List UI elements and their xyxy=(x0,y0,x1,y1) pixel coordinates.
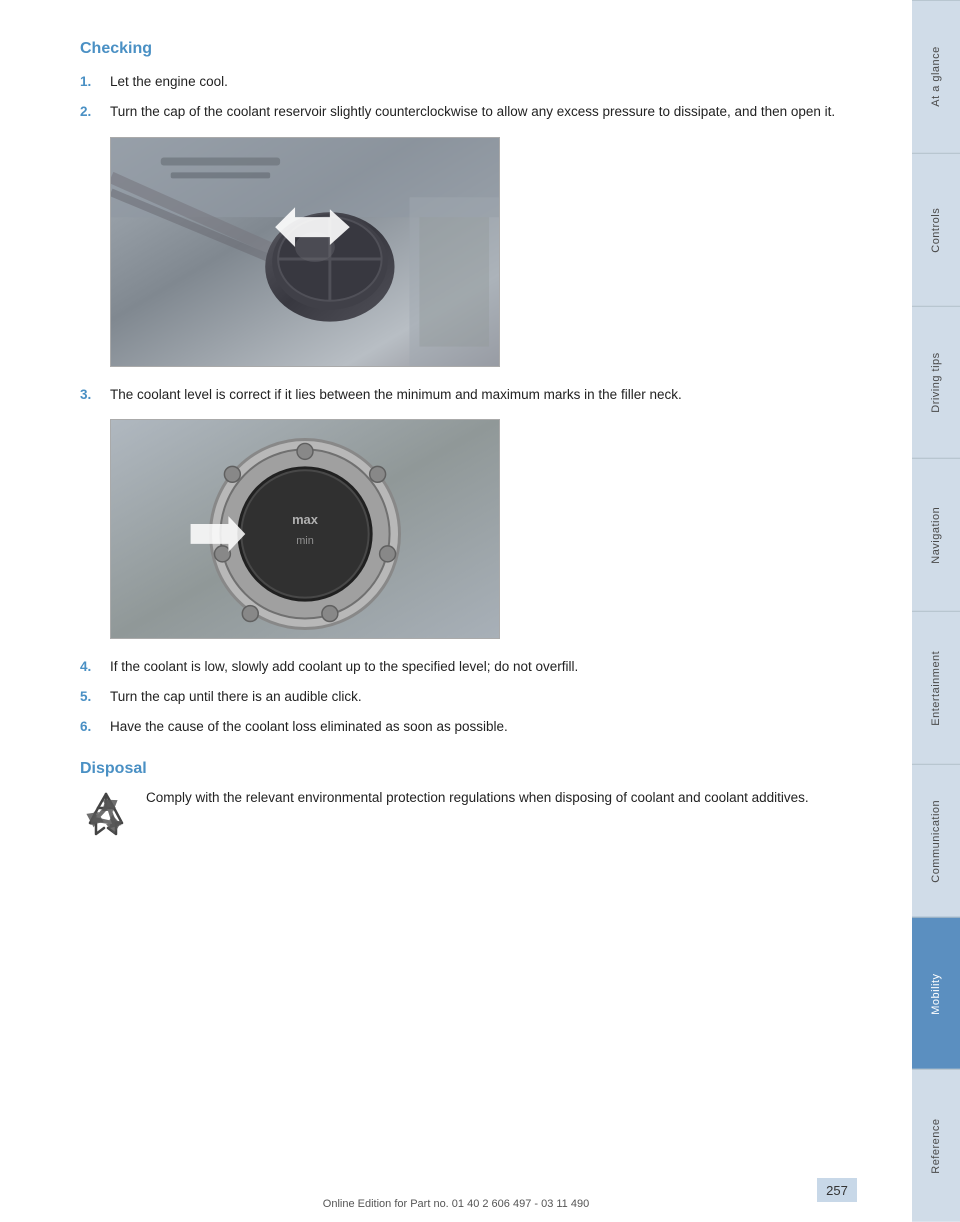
step-2: 2. Turn the cap of the coolant reservoir… xyxy=(80,102,852,122)
footer: Online Edition for Part no. 01 40 2 606 … xyxy=(0,1198,912,1210)
steps-list-2: 3. The coolant level is correct if it li… xyxy=(80,385,852,405)
sidebar-label-at-a-glance: At a glance xyxy=(930,47,942,108)
svg-text:min: min xyxy=(296,535,314,547)
disposal-content: Comply with the relevant environmental p… xyxy=(80,788,852,842)
step-4: 4. If the coolant is low, slowly add coo… xyxy=(80,657,852,677)
main-content: Checking 1. Let the engine cool. 2. Turn… xyxy=(0,0,912,1222)
coolant-cap-image xyxy=(110,137,500,367)
disposal-text: Comply with the relevant environmental p… xyxy=(146,788,809,809)
step-5-text: Turn the cap until there is an audible c… xyxy=(110,687,852,707)
step-3-text: The coolant level is correct if it lies … xyxy=(110,385,852,405)
step-1: 1. Let the engine cool. xyxy=(80,72,852,92)
recycling-icon xyxy=(80,790,132,842)
sidebar-item-navigation[interactable]: Navigation xyxy=(912,458,960,611)
sidebar-label-mobility: Mobility xyxy=(930,973,942,1014)
step-4-text: If the coolant is low, slowly add coolan… xyxy=(110,657,852,677)
step-6-number: 6. xyxy=(80,717,110,737)
sidebar-item-at-a-glance[interactable]: At a glance xyxy=(912,0,960,153)
sidebar-item-communication[interactable]: Communication xyxy=(912,764,960,917)
image-1-wrapper xyxy=(110,137,852,367)
sidebar-label-navigation: Navigation xyxy=(930,507,942,564)
step-4-number: 4. xyxy=(80,657,110,677)
step-6-text: Have the cause of the coolant loss elimi… xyxy=(110,717,852,737)
footer-text: Online Edition for Part no. 01 40 2 606 … xyxy=(323,1198,589,1210)
sidebar-label-reference: Reference xyxy=(930,1119,942,1174)
coolant-cap-svg xyxy=(111,137,499,367)
step-5-number: 5. xyxy=(80,687,110,707)
step-2-text: Turn the cap of the coolant reservoir sl… xyxy=(110,102,852,122)
steps-list: 1. Let the engine cool. 2. Turn the cap … xyxy=(80,72,852,123)
step-2-number: 2. xyxy=(80,102,110,122)
sidebar-label-controls: Controls xyxy=(930,207,942,252)
sidebar-label-communication: Communication xyxy=(930,799,942,882)
filler-neck-image: max min xyxy=(110,419,500,639)
step-1-text: Let the engine cool. xyxy=(110,72,852,92)
step-6: 6. Have the cause of the coolant loss el… xyxy=(80,717,852,737)
svg-text:max: max xyxy=(292,512,319,527)
step-1-number: 1. xyxy=(80,72,110,92)
step-3-number: 3. xyxy=(80,385,110,405)
step-3: 3. The coolant level is correct if it li… xyxy=(80,385,852,405)
sidebar-item-mobility[interactable]: Mobility xyxy=(912,917,960,1070)
step-5: 5. Turn the cap until there is an audibl… xyxy=(80,687,852,707)
sidebar-item-reference[interactable]: Reference xyxy=(912,1069,960,1222)
sidebar-label-entertainment: Entertainment xyxy=(930,650,942,725)
filler-neck-svg: max min xyxy=(111,419,499,639)
steps-list-3: 4. If the coolant is low, slowly add coo… xyxy=(80,657,852,738)
section-title: Checking xyxy=(80,40,852,58)
sidebar-label-driving-tips: Driving tips xyxy=(930,352,942,412)
sidebar-item-controls[interactable]: Controls xyxy=(912,153,960,306)
sidebar-item-entertainment[interactable]: Entertainment xyxy=(912,611,960,764)
sidebar: At a glance Controls Driving tips Naviga… xyxy=(912,0,960,1222)
sidebar-item-driving-tips[interactable]: Driving tips xyxy=(912,306,960,459)
disposal-title: Disposal xyxy=(80,760,852,778)
image-2-wrapper: max min xyxy=(110,419,852,639)
disposal-section: Disposal xyxy=(80,760,852,842)
